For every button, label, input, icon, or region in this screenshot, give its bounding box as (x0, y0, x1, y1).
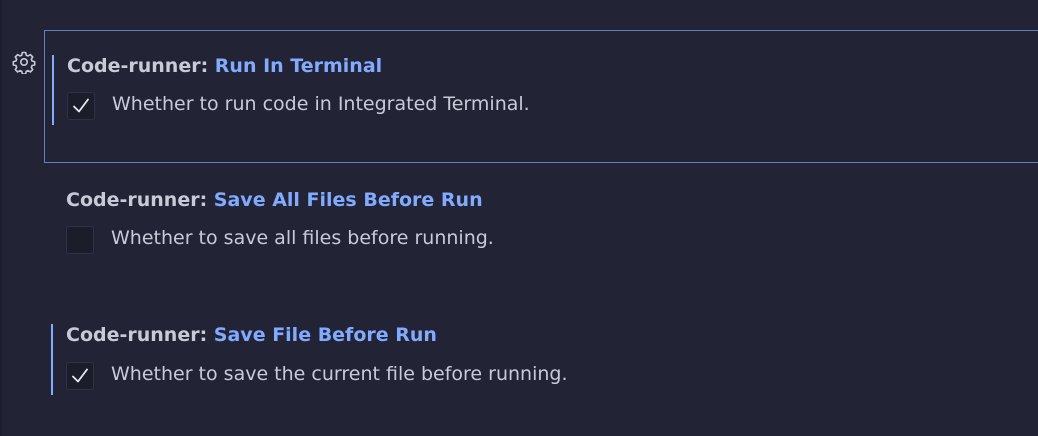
save-all-files-checkbox[interactable] (66, 226, 94, 254)
setting-name: Save All Files Before Run (213, 189, 483, 211)
check-icon (72, 368, 88, 383)
setting-name: Save File Before Run (213, 324, 437, 346)
setting-description: Whether to run code in Integrated Termin… (112, 93, 530, 115)
setting-category: Code-runner: (66, 324, 214, 346)
gear-icon[interactable] (12, 50, 36, 74)
setting-title: Code-runner: Run In Terminal (67, 55, 382, 77)
setting-save-file-before-run[interactable]: Code-runner: Save File Before Run Whethe… (44, 300, 1038, 436)
setting-description: Whether to save all files before running… (111, 227, 494, 249)
setting-description: Whether to save the current file before … (111, 363, 568, 385)
save-file-checkbox[interactable] (66, 362, 94, 390)
check-icon (73, 98, 89, 113)
setting-title: Code-runner: Save All Files Before Run (66, 189, 483, 211)
run-in-terminal-checkbox[interactable] (67, 92, 95, 120)
left-rail (0, 0, 2, 436)
setting-category: Code-runner: (67, 55, 215, 77)
setting-run-in-terminal[interactable]: Code-runner: Run In Terminal Whether to … (44, 30, 1038, 163)
modified-indicator (52, 55, 54, 125)
setting-title: Code-runner: Save File Before Run (66, 324, 437, 346)
settings-editor: Code-runner: Run In Terminal Whether to … (0, 0, 1038, 436)
setting-category: Code-runner: (66, 189, 214, 211)
setting-save-all-files-before-run[interactable]: Code-runner: Save All Files Before Run W… (44, 165, 1038, 298)
setting-name: Run In Terminal (214, 55, 383, 77)
modified-indicator (51, 324, 53, 395)
